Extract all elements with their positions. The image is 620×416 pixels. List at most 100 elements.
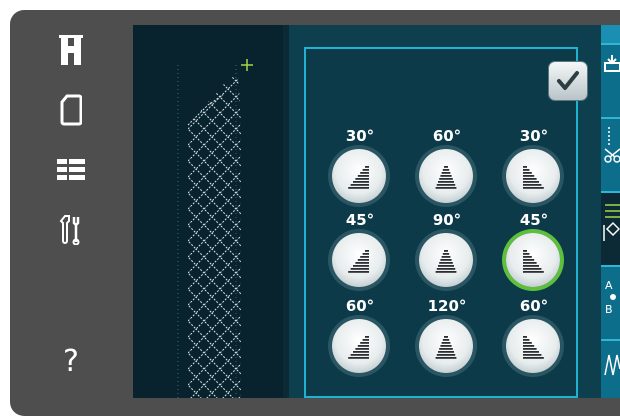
angle-button[interactable]: [419, 149, 473, 203]
angle-button[interactable]: [506, 319, 560, 373]
glyph-bar: [435, 357, 457, 359]
angle-label: 60°: [345, 297, 375, 315]
tools-icon: [59, 215, 80, 245]
angle-button[interactable]: [332, 233, 386, 287]
glyph-bar: [523, 342, 532, 344]
angle-label: 45°: [519, 211, 549, 229]
glyph-bar: [365, 250, 369, 252]
glyph-bar: [441, 256, 451, 258]
glyph-bar: [353, 351, 369, 353]
glyph-bar: [435, 271, 457, 273]
angle-option: 30°: [494, 127, 574, 207]
glyph-bar: [523, 348, 537, 350]
glyph-bar: [362, 169, 369, 171]
angle-label: 30°: [345, 127, 375, 145]
glyph-bar: [523, 256, 532, 258]
glyph-bar: [355, 262, 369, 264]
glyph-bar: [523, 336, 527, 338]
glyph-bar: [523, 268, 542, 270]
device-icon: [60, 94, 82, 126]
load-icon: [604, 55, 620, 72]
glyph-bar: [444, 336, 448, 338]
angle-glyph-icon: [435, 166, 457, 189]
angle-label: 90°: [432, 211, 462, 229]
glyph-bar: [523, 181, 539, 183]
glyph-bar: [523, 253, 530, 255]
nav-item-help[interactable]: ?: [10, 332, 132, 392]
angle-button[interactable]: [332, 149, 386, 203]
glyph-bar: [523, 271, 544, 273]
glyph-bar: [442, 339, 450, 341]
tab-stitch[interactable]: [601, 339, 620, 398]
glyph-bar: [348, 271, 369, 273]
glyph-bar: [357, 345, 369, 347]
glyph-bar: [439, 348, 453, 350]
tab-cut[interactable]: [601, 117, 620, 191]
main-screen: 30° 60° 30° 45° 90° 45° 60° 120° 60° A B: [133, 25, 620, 398]
glyph-bar: [523, 250, 527, 252]
nav-item-device[interactable]: [10, 80, 132, 140]
tab-shape[interactable]: [601, 191, 620, 265]
glyph-bar: [348, 357, 369, 359]
glyph-bar: [360, 172, 369, 174]
stitch-icon: [604, 354, 620, 376]
angle-option: 60°: [407, 127, 487, 207]
stitch-preview: [133, 25, 283, 398]
glyph-bar: [439, 178, 453, 180]
glyph-bar: [357, 175, 369, 177]
shape-icon: [603, 204, 620, 241]
glyph-bar: [444, 166, 448, 168]
nav-item-home[interactable]: [10, 20, 132, 80]
angle-glyph-icon: [348, 336, 369, 359]
svg-text:A: A: [605, 279, 613, 292]
glyph-bar: [355, 348, 369, 350]
confirm-button[interactable]: [549, 62, 587, 100]
angle-button[interactable]: [332, 319, 386, 373]
glyph-bar: [523, 184, 542, 186]
glyph-bar: [440, 345, 452, 347]
glyph-bar: [523, 187, 544, 189]
glyph-bar: [442, 253, 450, 255]
angle-glyph-icon: [523, 336, 544, 359]
glyph-bar: [360, 342, 369, 344]
left-menu: ?: [10, 10, 132, 416]
angle-glyph-icon: [348, 166, 369, 189]
glyph-bar: [523, 178, 537, 180]
glyph-bar: [523, 169, 530, 171]
glyph-bar: [350, 184, 369, 186]
glyph-bar: [523, 345, 535, 347]
glyph-bar: [439, 262, 453, 264]
angle-button[interactable]: [419, 233, 473, 287]
angle-button[interactable]: [419, 319, 473, 373]
tab-load[interactable]: [601, 43, 620, 117]
glyph-bar: [441, 172, 451, 174]
nav-item-list[interactable]: [10, 140, 132, 200]
angle-glyph-icon: [523, 250, 544, 273]
angle-option: 60°: [320, 297, 400, 377]
glyph-bar: [360, 256, 369, 258]
tab-ab[interactable]: A B: [601, 265, 620, 339]
angle-button[interactable]: [506, 233, 560, 287]
glyph-bar: [355, 178, 369, 180]
glyph-bar: [362, 339, 369, 341]
angle-glyph-icon: [523, 166, 544, 189]
stitch-pattern: [177, 59, 253, 398]
glyph-bar: [444, 250, 448, 252]
glyph-bar: [436, 354, 456, 356]
angle-label: 60°: [432, 127, 462, 145]
glyph-bar: [441, 342, 451, 344]
glyph-bar: [438, 181, 454, 183]
glyph-bar: [438, 265, 454, 267]
angle-option: 45°: [320, 211, 400, 291]
angle-glyph-icon: [435, 250, 457, 273]
angle-option: 30°: [320, 127, 400, 207]
device-frame: ? 30° 60° 30° 45° 90° 45° 60° 120° 60° A…: [10, 10, 620, 416]
glyph-bar: [523, 172, 532, 174]
glyph-bar: [348, 187, 369, 189]
glyph-bar: [523, 339, 530, 341]
angle-button[interactable]: [506, 149, 560, 203]
angle-option: 60°: [494, 297, 574, 377]
nav-item-tools[interactable]: [10, 200, 132, 260]
angle-dialog: 30° 60° 30° 45° 90° 45° 60° 120° 60°: [304, 47, 587, 398]
angle-option: 120°: [407, 297, 487, 377]
